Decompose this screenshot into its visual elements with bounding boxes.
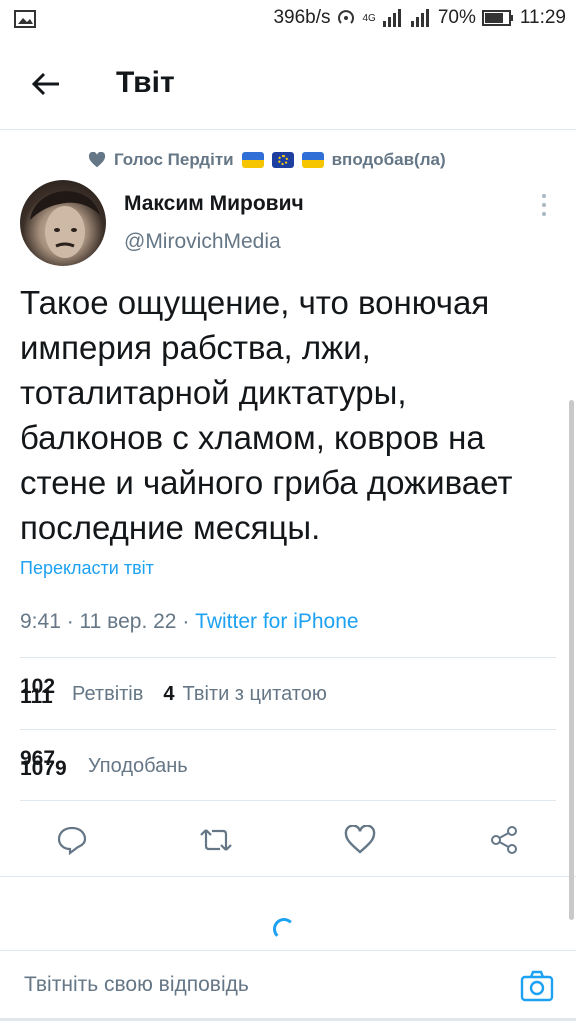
divider — [20, 729, 556, 730]
back-button[interactable] — [28, 66, 64, 102]
status-bar: 396b/s 4G 70% 11:29 — [0, 0, 576, 36]
liked-action-label: вподобав(ла) — [331, 150, 446, 169]
battery-icon — [481, 10, 513, 26]
share-button[interactable] — [486, 822, 522, 858]
tweet-line: тоталитарной диктатуры, — [20, 374, 407, 411]
tweet-line: империя рабства, лжи, — [20, 329, 371, 366]
quote-count: 4 — [163, 682, 175, 705]
like-count: 967 1079 — [20, 747, 82, 780]
battery-percent: 70% — [437, 7, 476, 28]
loading-spinner-icon — [273, 918, 295, 940]
tweet-date: 11 вер. 22 — [79, 610, 177, 633]
tweet-text: Такое ощущение, что вонючая империя рабс… — [20, 280, 565, 550]
ukraine-flag-icon — [241, 152, 264, 168]
retweets-label: Ретвітів — [72, 682, 144, 705]
avatar-image — [30, 191, 100, 258]
page-title: Твіт — [116, 66, 175, 99]
network-speed: 396b/s — [273, 7, 331, 28]
likes-label: Уподобань — [88, 754, 188, 777]
liker-name: Голос Пердіти — [114, 150, 234, 169]
divider — [0, 876, 576, 877]
avatar[interactable] — [20, 180, 106, 266]
share-icon — [491, 826, 517, 854]
tweet-actions — [0, 812, 576, 868]
heart-filled-icon — [88, 152, 106, 168]
tweet-line: последние месяцы. — [20, 509, 321, 546]
translate-link[interactable]: Перекласти твіт — [20, 558, 154, 579]
network-type: 4G — [362, 12, 376, 24]
retweet-stats[interactable]: 102 111 Ретвітів 4 Твіти з цитатою — [20, 675, 327, 708]
signal-icon-2 — [410, 9, 429, 27]
retweet-count-new: 111 — [20, 685, 53, 708]
more-options-button[interactable] — [534, 192, 554, 218]
reply-input[interactable]: Твітніть свою відповідь — [24, 973, 249, 997]
signal-icon — [382, 9, 401, 27]
tweet-line: стене и чайного гриба доживает — [20, 464, 513, 501]
arrow-left-icon — [31, 72, 59, 96]
retweet-count: 102 111 — [20, 675, 66, 708]
tweet-time: 9:41 — [20, 610, 61, 633]
eu-flag-icon — [271, 152, 294, 168]
author-name[interactable]: Максим Мирович — [124, 192, 304, 216]
reply-button[interactable] — [54, 822, 90, 858]
divider — [0, 1018, 576, 1021]
comment-icon — [57, 826, 87, 855]
more-vertical-icon — [542, 194, 546, 199]
tweet-meta: 9:41 · 11 вер. 22 · Twitter for iPhone — [20, 610, 359, 633]
retweet-icon — [200, 829, 232, 851]
app-bar: Твіт — [0, 36, 576, 130]
heart-icon — [344, 825, 376, 854]
like-stats[interactable]: 967 1079 Уподобань — [20, 747, 188, 780]
hotspot-icon — [338, 10, 355, 24]
camera-button[interactable] — [520, 969, 554, 1003]
divider — [20, 657, 556, 658]
quotes-label: Твіти з цитатою — [182, 682, 327, 705]
gallery-icon — [14, 10, 36, 28]
divider — [20, 800, 556, 801]
retweet-button[interactable] — [198, 822, 234, 858]
camera-icon — [520, 970, 554, 1002]
tweet-source-link[interactable]: Twitter for iPhone — [195, 610, 358, 633]
like-button[interactable] — [342, 822, 378, 858]
tweet-line: Такое ощущение, что вонючая — [20, 284, 490, 321]
social-context[interactable]: Голос Пердіти вподобав(ла) — [88, 146, 446, 174]
scrollbar[interactable] — [569, 400, 574, 920]
ukraine-flag-icon — [301, 152, 324, 168]
author-handle[interactable]: @MirovichMedia — [124, 230, 281, 254]
clock: 11:29 — [519, 7, 566, 28]
like-count-new: 1079 — [20, 757, 67, 780]
reply-composer: Твітніть свою відповідь — [0, 950, 576, 1024]
tweet-line: балконов с хламом, ковров на — [20, 419, 485, 456]
